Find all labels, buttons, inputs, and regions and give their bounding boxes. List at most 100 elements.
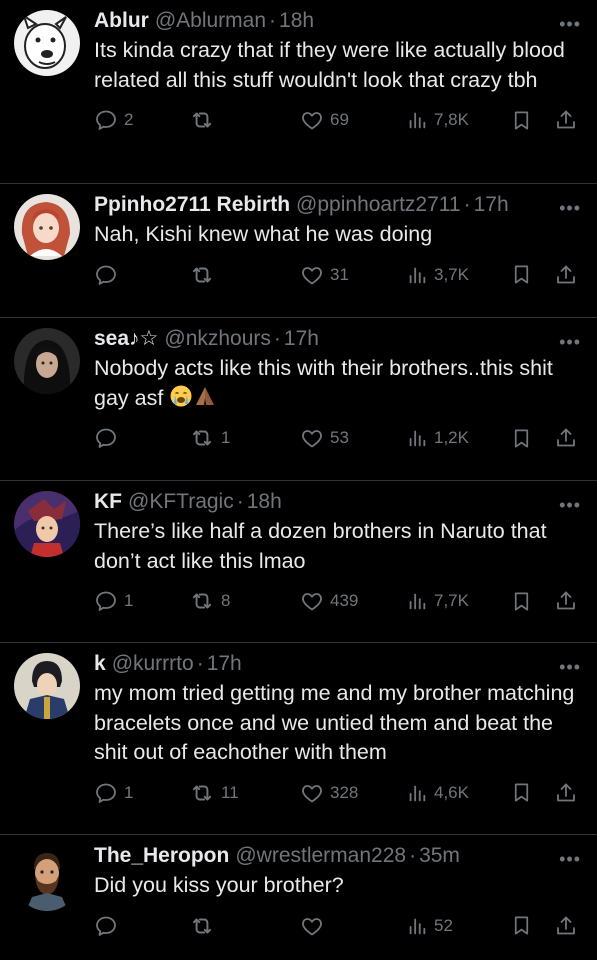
views-button[interactable]: 1,2K — [406, 423, 469, 453]
tweet-text: Did you kiss your brother? — [94, 873, 344, 897]
view-count: 4,6K — [434, 782, 469, 802]
more-options-icon[interactable]: ••• — [559, 495, 581, 516]
more-options-icon[interactable]: ••• — [559, 14, 581, 35]
more-options-icon[interactable]: ••• — [559, 657, 581, 678]
avatar[interactable] — [14, 653, 80, 719]
retweet-button[interactable]: 8 — [189, 586, 230, 616]
bookmark-button[interactable] — [510, 423, 533, 453]
reply-icon — [94, 108, 118, 132]
share-button[interactable] — [554, 260, 578, 290]
more-options-icon[interactable]: ••• — [559, 198, 581, 219]
share-button[interactable] — [554, 911, 578, 941]
bookmark-icon — [510, 781, 533, 804]
bookmark-button[interactable] — [510, 105, 533, 135]
retweet-button[interactable] — [189, 105, 221, 135]
author-handle[interactable]: @wrestlerman228 — [235, 841, 406, 871]
like-button[interactable] — [300, 911, 330, 941]
reply-button[interactable] — [94, 423, 124, 453]
bookmark-button[interactable] — [510, 260, 533, 290]
author-handle[interactable]: @kurrrto — [112, 649, 194, 679]
views-chart-icon — [406, 427, 428, 449]
views-button[interactable]: 3,7K — [406, 260, 469, 290]
action-bar: 1 11 328 4,6K — [94, 778, 579, 818]
reply-button[interactable]: 1 — [94, 778, 133, 808]
reply-icon — [94, 914, 118, 938]
share-icon — [554, 781, 578, 805]
like-count: 69 — [330, 110, 349, 129]
like-button[interactable]: 53 — [300, 423, 349, 453]
bookmark-button[interactable] — [510, 778, 533, 808]
author-name[interactable]: Ablur — [94, 6, 149, 36]
action-bar: 1 8 439 7,7K — [94, 586, 579, 626]
crying-face-emoji — [170, 385, 192, 406]
like-button[interactable]: 31 — [300, 260, 349, 290]
tweet-text: Nobody acts like this with their brother… — [94, 356, 553, 410]
timestamp[interactable]: 35m — [419, 841, 460, 871]
tweet[interactable]: sea♪☆ @nkzhours · 17h Nobody acts like t… — [0, 318, 597, 481]
views-chart-icon — [406, 109, 428, 131]
heart-icon — [300, 589, 324, 613]
separator: · — [273, 327, 281, 350]
reply-count: 1 — [124, 591, 134, 610]
tweet[interactable]: Ppinho2711 Rebirth @ppinhoartz2711 · 17h… — [0, 184, 597, 318]
timestamp[interactable]: 17h — [207, 649, 242, 679]
retweet-button[interactable] — [189, 911, 221, 941]
bookmark-button[interactable] — [510, 911, 533, 941]
timestamp[interactable]: 18h — [247, 487, 282, 517]
views-button[interactable]: 52 — [406, 911, 453, 941]
like-button[interactable]: 328 — [300, 778, 358, 808]
share-icon — [554, 108, 578, 132]
share-button[interactable] — [554, 586, 578, 616]
tweet[interactable]: k @kurrrto · 17h my mom tried getting me… — [0, 643, 597, 835]
share-button[interactable] — [554, 778, 578, 808]
reply-button[interactable]: 2 — [94, 105, 133, 135]
timestamp[interactable]: 17h — [474, 190, 509, 220]
author-handle[interactable]: @nkzhours — [164, 324, 271, 354]
share-icon — [554, 589, 578, 613]
like-button[interactable]: 69 — [300, 105, 349, 135]
views-button[interactable]: 7,7K — [406, 586, 469, 616]
more-options-icon[interactable]: ••• — [559, 849, 581, 870]
tweet[interactable]: The_Heropon @wrestlerman228 · 35m Did yo… — [0, 835, 597, 960]
author-name[interactable]: sea♪☆ — [94, 324, 158, 354]
author-handle[interactable]: @KFTragic — [128, 487, 234, 517]
views-chart-icon — [406, 782, 428, 804]
like-button[interactable]: 439 — [300, 586, 358, 616]
retweet-button[interactable]: 1 — [189, 423, 230, 453]
like-count: 53 — [330, 428, 349, 447]
tweet-text-wrap: Nobody acts like this with their brother… — [94, 354, 579, 413]
retweet-button[interactable]: 11 — [189, 778, 239, 808]
tweet[interactable]: Ablur @Ablurman · 18h Its kinda crazy th… — [0, 0, 597, 184]
avatar[interactable] — [14, 491, 80, 557]
avatar[interactable] — [14, 10, 80, 76]
views-button[interactable]: 4,6K — [406, 778, 469, 808]
author-name[interactable]: Ppinho2711 Rebirth — [94, 190, 290, 220]
author-handle[interactable]: @Ablurman — [155, 6, 266, 36]
bookmark-icon — [510, 590, 533, 613]
retweet-button[interactable] — [189, 260, 221, 290]
views-button[interactable]: 7,8K — [406, 105, 469, 135]
author-handle[interactable]: @ppinhoartz2711 — [296, 190, 461, 220]
share-button[interactable] — [554, 105, 578, 135]
reply-button[interactable]: 1 — [94, 586, 133, 616]
timestamp[interactable]: 17h — [284, 324, 319, 354]
separator: · — [269, 9, 277, 32]
reply-button[interactable] — [94, 260, 124, 290]
avatar[interactable] — [14, 328, 80, 394]
retweet-icon — [189, 780, 215, 806]
share-button[interactable] — [554, 423, 578, 453]
avatar[interactable] — [14, 194, 80, 260]
more-options-icon[interactable]: ••• — [559, 332, 581, 353]
avatar[interactable] — [14, 845, 80, 911]
retweet-icon — [189, 107, 215, 133]
author-name[interactable]: The_Heropon — [94, 841, 229, 871]
tweet[interactable]: KF @KFTragic · 18h There’s like half a d… — [0, 481, 597, 643]
like-count: 328 — [330, 782, 359, 802]
timestamp[interactable]: 18h — [279, 6, 314, 36]
share-icon — [554, 263, 578, 287]
bookmark-button[interactable] — [510, 586, 533, 616]
separator: · — [463, 193, 471, 216]
reply-button[interactable] — [94, 911, 124, 941]
author-name[interactable]: k — [94, 649, 106, 679]
author-name[interactable]: KF — [94, 487, 122, 517]
